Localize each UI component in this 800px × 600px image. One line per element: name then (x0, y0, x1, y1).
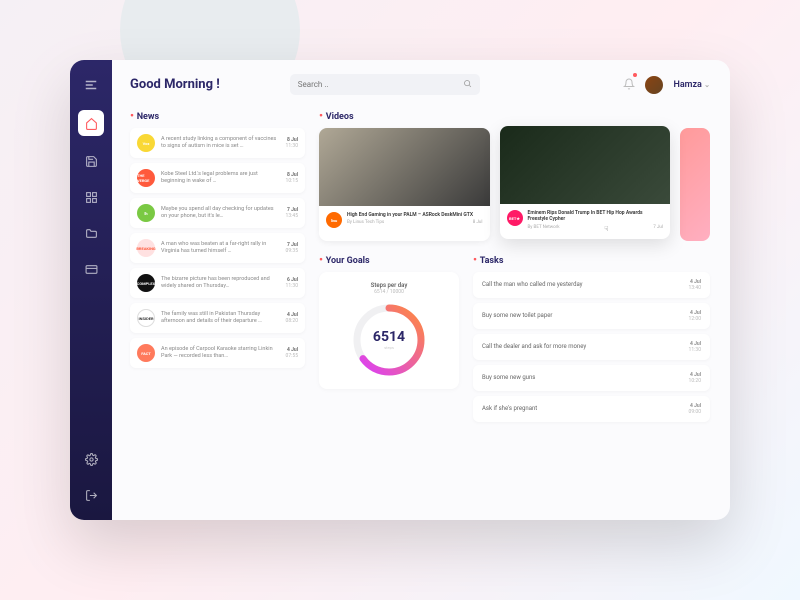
search-input[interactable] (298, 80, 463, 89)
logout-icon[interactable] (80, 484, 102, 506)
app-window: Good Morning ! Hamza ⌄ News Vox A recent… (70, 60, 730, 520)
task-date: 4 Jul13:40 (689, 279, 701, 291)
news-item[interactable]: THE VERGE Kobe Steel Ltd.'s legal proble… (130, 163, 305, 193)
news-source-badge: lh (137, 204, 155, 222)
news-item[interactable]: Vox A recent study linking a component o… (130, 128, 305, 158)
news-date: 7 Jul09:35 (286, 242, 298, 254)
goal-label: Steps per day (329, 282, 449, 289)
video-thumbnail (500, 126, 671, 204)
folder-icon[interactable] (80, 222, 102, 244)
news-item[interactable]: BREAKING A man who was beaten at a far-r… (130, 233, 305, 263)
news-date: 4 Jul07:55 (286, 347, 298, 359)
news-text: The family was still in Pakistan Thursda… (161, 311, 280, 325)
task-item[interactable]: Buy some new guns 4 Jul10:20 (473, 365, 710, 391)
save-icon[interactable] (80, 150, 102, 172)
task-list: Call the man who called me yesterday 4 J… (473, 272, 710, 422)
goal-unit: steps (384, 345, 394, 350)
chevron-down-icon: ⌄ (704, 81, 710, 89)
news-list: Vox A recent study linking a component o… (130, 128, 305, 368)
task-text: Ask if she's pregnant (482, 405, 537, 412)
news-text: An episode of Carpool Karaoke starring L… (161, 346, 280, 360)
bell-icon[interactable] (623, 75, 635, 94)
news-source-badge: BREAKING (137, 239, 155, 257)
task-item[interactable]: Call the man who called me yesterday 4 J… (473, 272, 710, 298)
task-date: 4 Jul09:00 (689, 403, 701, 415)
news-text: Kobe Steel Ltd.'s legal problems are jus… (161, 171, 280, 185)
video-date: 8 Jul (473, 220, 483, 225)
goal-card[interactable]: Steps per day 6514 / 10000 6514steps (319, 272, 459, 389)
cursor-icon: ☟ (604, 225, 608, 233)
avatar[interactable] (645, 76, 663, 94)
news-text: Maybe you spend all day checking for upd… (161, 206, 280, 220)
video-thumbnail (319, 128, 490, 206)
task-date: 4 Jul10:20 (689, 372, 701, 384)
goals-column: Your Goals Steps per day 6514 / 10000 (319, 253, 459, 422)
topbar: Good Morning ! Hamza ⌄ (130, 74, 710, 95)
video-author: By Linus Tech Tips (347, 220, 384, 225)
task-date: 4 Jul12:00 (689, 310, 701, 322)
news-date: 6 Jul11:30 (286, 277, 298, 289)
video-card[interactable]: BET★ Eminem Rips Donald Trump In BET Hip… (500, 126, 671, 239)
task-item[interactable]: Buy some new toilet paper 4 Jul12:00 (473, 303, 710, 329)
news-column: News Vox A recent study linking a compon… (130, 109, 305, 422)
search-field[interactable] (290, 74, 480, 95)
task-date: 4 Jul11:30 (689, 341, 701, 353)
news-text: A recent study linking a component of va… (161, 136, 280, 150)
settings-icon[interactable] (80, 448, 102, 470)
news-source-badge: FACT (137, 344, 155, 362)
tasks-column: Tasks Call the man who called me yesterd… (473, 253, 710, 422)
video-peek[interactable] (680, 128, 710, 241)
right-column: Videos linu High End Gaming in your PALM… (319, 109, 710, 422)
news-source-badge: THE VERGE (137, 169, 155, 187)
lower-grid: Your Goals Steps per day 6514 / 10000 (319, 253, 710, 422)
news-item[interactable]: FACT An episode of Carpool Karaoke starr… (130, 338, 305, 368)
video-title: High End Gaming in your PALM – ASRock De… (347, 212, 483, 218)
video-title: Eminem Rips Donald Trump In BET Hip Hop … (528, 210, 664, 223)
news-text: The bizarre picture has been reproduced … (161, 276, 280, 290)
menu-icon[interactable] (80, 74, 102, 96)
news-text: A man who was beaten at a far-right rall… (161, 241, 280, 255)
task-text: Buy some new guns (482, 374, 535, 381)
news-source-badge: Vox (137, 134, 155, 152)
news-item[interactable]: INSIDER The family was still in Pakistan… (130, 303, 305, 333)
videos-row: linu High End Gaming in your PALM – ASRo… (319, 128, 710, 241)
channel-badge: linu (326, 212, 342, 228)
video-card[interactable]: linu High End Gaming in your PALM – ASRo… (319, 128, 490, 241)
page-title: Good Morning ! (130, 77, 220, 92)
section-title-goals: Your Goals (319, 253, 459, 266)
news-source-badge: COMPLEX (137, 274, 155, 292)
sidebar (70, 60, 112, 520)
card-icon[interactable] (80, 258, 102, 280)
news-date: 7 Jul13:45 (286, 207, 298, 219)
home-icon[interactable] (78, 110, 104, 136)
news-date: 8 Jul10:15 (286, 172, 298, 184)
search-icon (463, 79, 472, 90)
channel-badge: BET★ (507, 210, 523, 226)
main-content: Good Morning ! Hamza ⌄ News Vox A recent… (112, 60, 730, 520)
news-item[interactable]: COMPLEX The bizarre picture has been rep… (130, 268, 305, 298)
content-grid: News Vox A recent study linking a compon… (130, 109, 710, 422)
top-right: Hamza ⌄ (623, 75, 710, 94)
goal-value: 6514 (373, 329, 405, 345)
news-source-badge: INSIDER (137, 309, 155, 327)
section-title-tasks: Tasks (473, 253, 710, 266)
video-author: By BET Network (528, 225, 560, 233)
task-item[interactable]: Ask if she's pregnant 4 Jul09:00 (473, 396, 710, 422)
task-text: Call the man who called me yesterday (482, 281, 583, 288)
video-date: 7 Jul (653, 225, 663, 233)
username[interactable]: Hamza ⌄ (673, 80, 710, 90)
news-date: 4 Jul08:20 (286, 312, 298, 324)
task-text: Buy some new toilet paper (482, 312, 552, 319)
section-title-videos: Videos (319, 109, 710, 122)
apps-icon[interactable] (80, 186, 102, 208)
section-title-news: News (130, 109, 305, 122)
task-text: Call the dealer and ask for more money (482, 343, 586, 350)
news-item[interactable]: lh Maybe you spend all day checking for … (130, 198, 305, 228)
task-item[interactable]: Call the dealer and ask for more money 4… (473, 334, 710, 360)
news-date: 8 Jul11:30 (286, 137, 298, 149)
goal-subtitle: 6514 / 10000 (329, 289, 449, 295)
progress-ring: 6514steps (350, 301, 428, 379)
